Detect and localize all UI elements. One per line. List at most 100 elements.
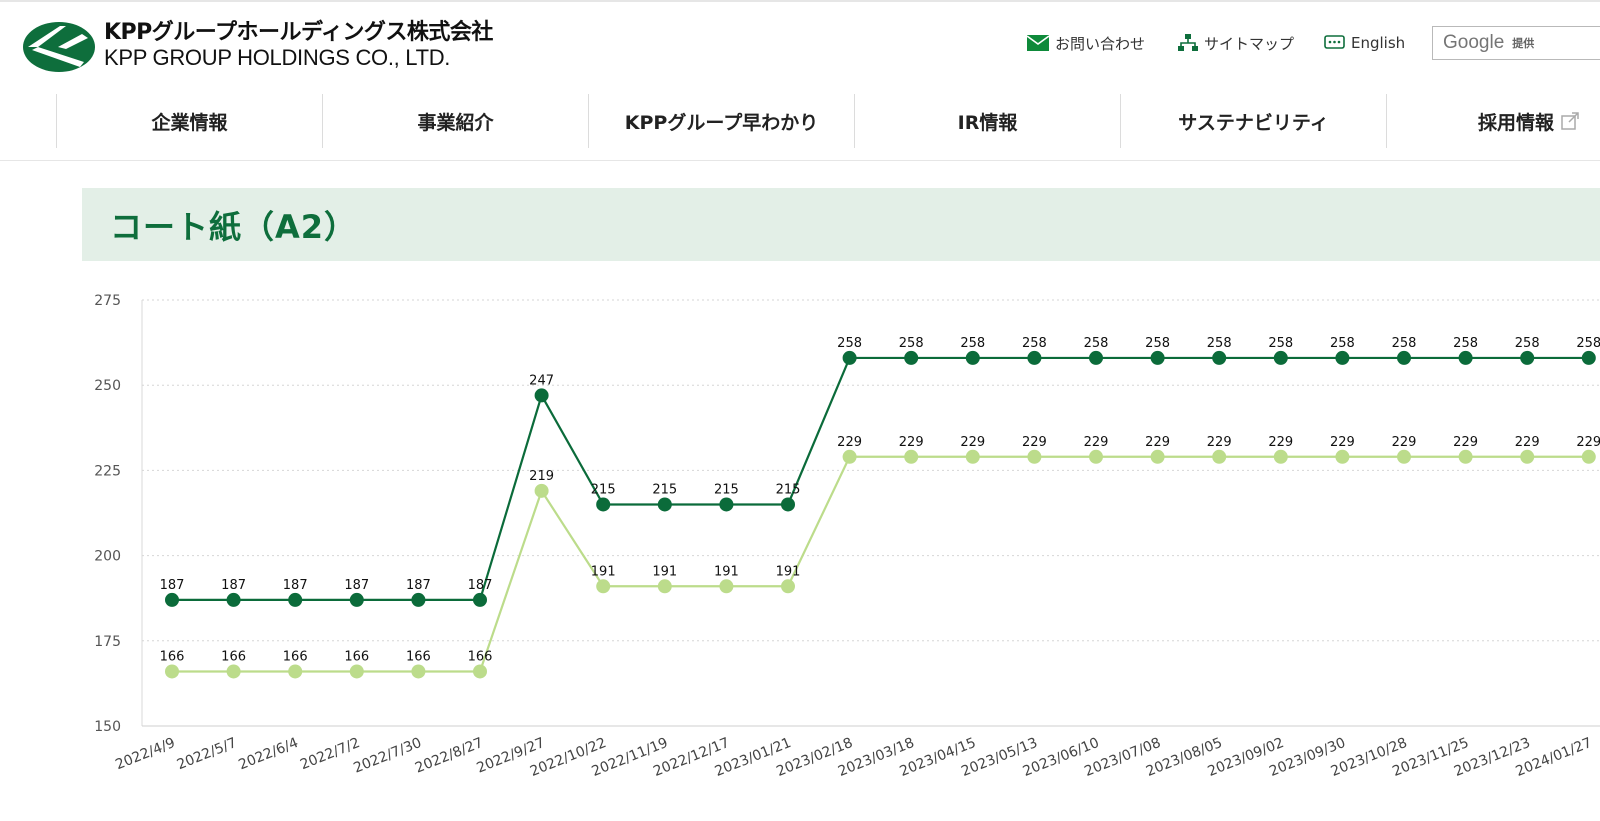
- nav-item-sustainability[interactable]: サステナビリティ: [1121, 94, 1386, 148]
- logo-japanese: KPPグループホールディングス株式会社: [104, 20, 493, 45]
- data-label-0: 258: [1515, 336, 1540, 351]
- google-brand: Google: [1443, 32, 1505, 53]
- data-label-0: 258: [1268, 336, 1293, 351]
- sitemap-link[interactable]: サイトマップ: [1178, 32, 1294, 54]
- y-tick-label: 250: [94, 378, 121, 394]
- data-label-1: 229: [1515, 435, 1540, 450]
- series-point-1: [1273, 449, 1288, 464]
- data-label-0: 187: [283, 578, 308, 593]
- x-tick-label: 2022/8/27: [413, 735, 486, 777]
- nav-label: 企業情報: [151, 111, 228, 134]
- data-label-0: 215: [591, 482, 616, 497]
- data-label-0: 258: [837, 336, 862, 351]
- nav-item-overview[interactable]: KPPグループ早わかり: [589, 94, 854, 148]
- series-point-1: [473, 664, 487, 679]
- series-point-1: [1458, 449, 1473, 464]
- price-line-chart: 150175200225250275 2022/4/92022/5/72022/…: [94, 293, 1600, 780]
- nav-label: KPPグループ早わかり: [624, 111, 819, 134]
- series-point-0: [1520, 350, 1535, 365]
- data-label-0: 258: [1145, 336, 1170, 351]
- series-point-0: [842, 350, 857, 365]
- mail-icon: [1027, 35, 1049, 51]
- series-point-0: [473, 592, 487, 607]
- english-label: English: [1351, 34, 1406, 52]
- nav-item-recruit[interactable]: 採用情報: [1387, 94, 1600, 148]
- data-label-1: 191: [714, 564, 739, 579]
- data-label-0: 258: [960, 336, 985, 351]
- nav-label: IR情報: [957, 111, 1018, 134]
- series-point-0: [1458, 350, 1473, 365]
- sitemap-icon: [1178, 34, 1198, 51]
- data-label-0: 215: [776, 482, 801, 497]
- data-label-1: 191: [652, 564, 677, 579]
- series-point-1: [1212, 449, 1227, 464]
- kpp-logo-icon[interactable]: [22, 20, 96, 74]
- data-label-0: 258: [1453, 336, 1478, 351]
- logo-text[interactable]: KPPグループホールディングス株式会社 KPP GROUP HOLDINGS C…: [104, 20, 493, 70]
- x-tick-label: 2022/7/30: [351, 735, 424, 777]
- series-point-1: [1581, 449, 1596, 464]
- data-label-1: 229: [960, 435, 985, 450]
- series-point-0: [1089, 350, 1103, 365]
- data-label-1: 229: [1330, 435, 1355, 450]
- series-point-0: [904, 350, 919, 365]
- series-point-0: [534, 388, 549, 403]
- data-label-0: 258: [1330, 336, 1355, 351]
- series-point-0: [781, 497, 795, 512]
- x-tick-label: 2022/4/9: [113, 735, 177, 773]
- series-lines: [172, 356, 1589, 673]
- data-label-1: 229: [837, 435, 862, 450]
- series-line-0: [172, 356, 1589, 602]
- x-tick-label: 2022/5/7: [175, 735, 239, 773]
- nav-item-ir[interactable]: IR情報: [855, 94, 1120, 148]
- series-point-1: [226, 664, 241, 679]
- nav-item-company[interactable]: 企業情報: [57, 94, 322, 148]
- series-point-0: [1335, 350, 1350, 365]
- data-label-1: 166: [283, 649, 308, 664]
- series-point-1: [1520, 449, 1535, 464]
- series-point-1: [165, 664, 179, 679]
- site-search-input[interactable]: Google 提供: [1432, 26, 1600, 60]
- data-label-0: 258: [899, 336, 924, 351]
- nav-item-business[interactable]: 事業紹介: [323, 94, 588, 148]
- series-point-0: [965, 350, 980, 365]
- data-label-1: 229: [899, 435, 924, 450]
- series-point-1: [842, 449, 857, 464]
- series-point-1: [288, 664, 303, 679]
- series-point-1: [904, 449, 919, 464]
- contact-link[interactable]: お問い合わせ: [1027, 32, 1145, 54]
- series-point-0: [657, 497, 672, 512]
- y-tick-label: 275: [94, 293, 121, 309]
- series-point-0: [1397, 350, 1411, 365]
- page-title: コート紙（A2）: [110, 208, 358, 246]
- series-point-1: [965, 449, 980, 464]
- data-label-0: 258: [1207, 336, 1232, 351]
- series-point-0: [1273, 350, 1288, 365]
- data-label-1: 166: [221, 649, 246, 664]
- data-label-0: 187: [160, 578, 185, 593]
- logo-english: KPP GROUP HOLDINGS CO., LTD.: [104, 45, 451, 70]
- series-line-1: [172, 455, 1589, 673]
- data-label-0: 258: [1576, 336, 1600, 351]
- data-label-1: 229: [1022, 435, 1047, 450]
- data-label-0: 187: [406, 578, 431, 593]
- data-label-1: 229: [1392, 435, 1417, 450]
- nav-label: 採用情報: [1477, 111, 1554, 134]
- series-point-1: [1027, 449, 1042, 464]
- site-header: KPPグループホールディングス株式会社 KPP GROUP HOLDINGS C…: [0, 2, 1600, 86]
- series-points: [165, 350, 1596, 679]
- data-label-1: 229: [1207, 435, 1232, 450]
- series-point-1: [349, 664, 364, 679]
- english-link[interactable]: English: [1324, 32, 1405, 54]
- external-link-icon: [1561, 112, 1579, 130]
- y-tick-label: 225: [94, 463, 121, 479]
- y-tick-label: 200: [94, 549, 121, 565]
- data-label-0: 187: [468, 578, 493, 593]
- y-tick-label: 150: [94, 719, 121, 735]
- series-point-1: [1335, 449, 1350, 464]
- series-point-1: [534, 483, 549, 498]
- data-label-1: 166: [406, 649, 431, 664]
- series-point-0: [1581, 350, 1596, 365]
- series-point-1: [596, 579, 611, 594]
- series-point-1: [719, 579, 734, 594]
